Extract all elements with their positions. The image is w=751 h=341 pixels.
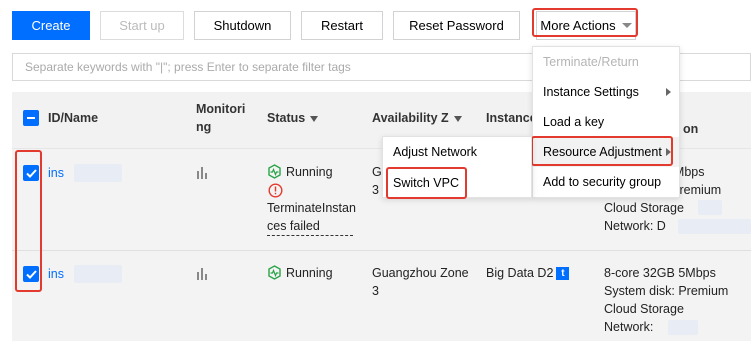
select-all-checkbox[interactable] — [23, 110, 39, 126]
header-monitoring-line2: ng — [196, 120, 212, 134]
running-icon — [268, 164, 281, 179]
instance-badge-icon: t — [556, 267, 570, 281]
header-availability[interactable]: Availability Z — [372, 111, 462, 125]
menu-item-terminate[interactable]: Terminate/Return — [533, 47, 679, 77]
status-running: Running — [267, 164, 333, 179]
menu-item-security-group[interactable]: Add to security group — [533, 167, 679, 197]
redacted-network — [678, 219, 751, 234]
config-line3: Cloud Storage — [604, 302, 684, 316]
filter-icon[interactable] — [453, 115, 462, 122]
menu-item-load-key[interactable]: Load a key — [533, 107, 679, 137]
menu-item-label: Resource Adjustment — [543, 145, 662, 159]
chevron-right-icon — [666, 88, 671, 96]
status-label: Running — [286, 164, 333, 179]
config-line4: Network: — [604, 320, 654, 334]
table-row: ins Running Guangzhou Zone 3 Big Data D2… — [12, 250, 751, 341]
redacted-network — [668, 320, 698, 335]
status-label: Running — [286, 265, 333, 280]
menu-item-resource-adjustment[interactable]: Resource Adjustment — [533, 137, 679, 167]
create-button[interactable]: Create — [12, 11, 90, 40]
menu-item-instance-settings[interactable]: Instance Settings — [533, 77, 679, 107]
menu-item-adjust-network[interactable]: Adjust Network — [383, 137, 531, 167]
header-monitoring-line1: Monitori — [196, 102, 246, 116]
restart-button[interactable]: Restart — [301, 11, 383, 40]
more-actions-label: More Actions — [540, 18, 616, 33]
config-line1: 8-core 32GB 5Mbps — [604, 266, 716, 280]
redacted-id — [74, 265, 122, 283]
reset-password-button[interactable]: Reset Password — [393, 11, 520, 40]
config-line4: Network: D — [604, 218, 666, 235]
zone-line2: 3 — [372, 183, 379, 197]
error-text-line2[interactable]: ces failed — [267, 218, 353, 236]
redacted-id — [74, 164, 122, 182]
header-configuration: on — [683, 122, 699, 136]
chevron-down-icon — [621, 23, 632, 28]
header-availability-label: Availability Z — [372, 111, 449, 125]
redacted-value — [698, 200, 722, 215]
header-status-label: Status — [267, 111, 306, 125]
start-up-button[interactable]: Start up — [100, 11, 184, 40]
instance-id-link[interactable]: ins — [48, 266, 64, 283]
error-icon — [268, 183, 283, 198]
zone-line1: Guangzhou Zone — [372, 266, 469, 280]
config-line3: Cloud Storage — [604, 201, 684, 215]
zone-line1: G — [372, 165, 382, 179]
status-running: Running — [267, 265, 333, 280]
config-line2: System disk: Premium — [604, 284, 729, 298]
more-actions-menu: Terminate/Return Instance Settings Load … — [532, 46, 680, 198]
monitoring-chart-icon[interactable] — [197, 167, 207, 179]
shutdown-button[interactable]: Shutdown — [194, 11, 291, 40]
header-instance: Instance — [486, 111, 537, 125]
filter-icon[interactable] — [310, 115, 319, 122]
row-checkbox[interactable] — [23, 165, 39, 181]
menu-item-switch-vpc[interactable]: Switch VPC — [383, 168, 531, 198]
instance-id-link[interactable]: ins — [48, 165, 64, 182]
resource-adjustment-submenu: Adjust Network Switch VPC — [382, 136, 532, 198]
monitoring-chart-icon[interactable] — [197, 268, 207, 280]
more-actions-button[interactable]: More Actions — [536, 11, 636, 40]
chevron-right-icon — [666, 148, 671, 156]
header-status[interactable]: Status — [267, 111, 319, 125]
error-text-line1: TerminateInstan — [267, 201, 356, 215]
instance-type-label: Big Data D2 — [486, 266, 554, 280]
zone-line2: 3 — [372, 284, 379, 298]
row-checkbox[interactable] — [23, 266, 39, 282]
menu-item-label: Instance Settings — [543, 85, 639, 99]
instance-type: Big Data D2 t — [486, 265, 570, 282]
network-label: Network: D — [604, 219, 666, 233]
running-icon — [268, 265, 281, 280]
header-id-name: ID/Name — [48, 111, 99, 125]
